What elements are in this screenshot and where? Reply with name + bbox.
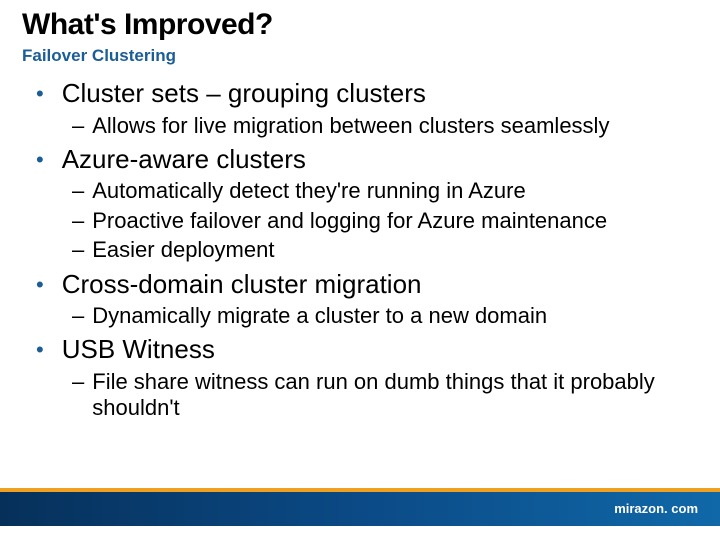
- sub-list-item: – Easier deployment: [72, 237, 698, 263]
- sub-list-item: – Proactive failover and logging for Azu…: [72, 208, 698, 234]
- dash-icon: –: [72, 113, 92, 139]
- bullet-icon: •: [28, 142, 56, 174]
- list-item-label: Cross-domain cluster migration: [56, 267, 422, 301]
- sub-list-item: – Dynamically migrate a cluster to a new…: [72, 303, 698, 329]
- list-item: • Azure-aware clusters: [28, 142, 698, 176]
- sub-list-item-label: Dynamically migrate a cluster to a new d…: [92, 303, 547, 329]
- bullet-icon: •: [28, 76, 56, 108]
- dash-icon: –: [72, 369, 92, 395]
- footer-brand: mirazon. com: [614, 501, 698, 516]
- dash-icon: –: [72, 237, 92, 263]
- sub-list-item-label: Allows for live migration between cluste…: [92, 113, 609, 139]
- sub-list-item-label: Proactive failover and logging for Azure…: [92, 208, 607, 234]
- content-list: • Cluster sets – grouping clusters – All…: [22, 76, 698, 422]
- sub-list-item-label: Easier deployment: [92, 237, 274, 263]
- bullet-icon: •: [28, 267, 56, 299]
- list-item: • Cross-domain cluster migration: [28, 267, 698, 301]
- dash-icon: –: [72, 178, 92, 204]
- sub-list-item: – Automatically detect they're running i…: [72, 178, 698, 204]
- bullet-icon: •: [28, 332, 56, 364]
- list-item-label: Azure-aware clusters: [56, 142, 306, 176]
- sub-list-item-label: File share witness can run on dumb thing…: [92, 369, 698, 422]
- slide-subtitle: Failover Clustering: [22, 46, 698, 66]
- sub-list-item: – File share witness can run on dumb thi…: [72, 369, 698, 422]
- sub-list-item: – Allows for live migration between clus…: [72, 113, 698, 139]
- dash-icon: –: [72, 208, 92, 234]
- list-item-label: USB Witness: [56, 332, 215, 366]
- list-item: • USB Witness: [28, 332, 698, 366]
- sub-list-item-label: Automatically detect they're running in …: [92, 178, 525, 204]
- footer-bar: mirazon. com: [0, 488, 720, 526]
- slide-title: What's Improved?: [22, 8, 698, 42]
- list-item: • Cluster sets – grouping clusters: [28, 76, 698, 110]
- dash-icon: –: [72, 303, 92, 329]
- list-item-label: Cluster sets – grouping clusters: [56, 76, 426, 110]
